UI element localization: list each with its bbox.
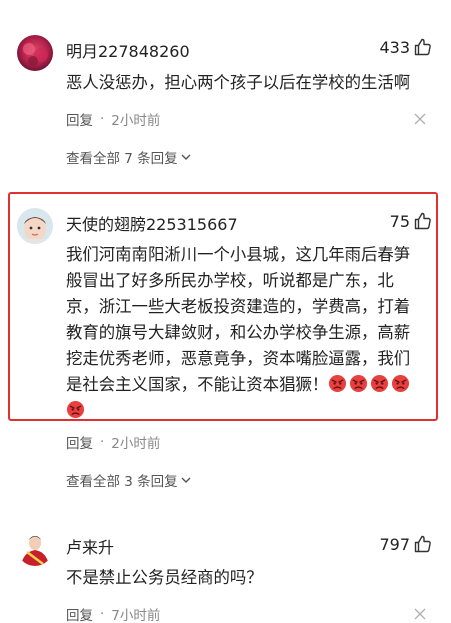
- close-icon[interactable]: [413, 607, 427, 621]
- timestamp: 7小时前: [111, 608, 161, 623]
- comment-meta: 回复 · 2小时前: [66, 109, 160, 129]
- angry-face-icon: [329, 374, 347, 393]
- comment-meta: 回复 · 2小时前: [66, 432, 160, 452]
- comment-text: 恶人没惩办，担心两个孩子以后在学校的生活啊: [66, 73, 411, 92]
- separator-dot: ·: [100, 111, 105, 127]
- username[interactable]: 卢来升: [66, 534, 114, 558]
- view-all-replies-label: 查看全部 7 条回复: [66, 151, 178, 167]
- like-count: 433: [379, 37, 410, 57]
- separator-dot: ·: [100, 434, 105, 450]
- thumbs-up-icon: [414, 38, 431, 56]
- username[interactable]: 明月227848260: [66, 38, 190, 62]
- comment-meta: 回复 · 7小时前: [66, 604, 160, 623]
- reply-button[interactable]: 回复: [66, 604, 93, 623]
- angry-face-icon: [66, 400, 85, 419]
- comment-text: 不是禁止公务员经商的吗？: [66, 568, 263, 587]
- avatar[interactable]: [17, 208, 53, 244]
- view-all-replies-button[interactable]: 查看全部 3 条回复: [66, 470, 192, 490]
- separator-dot: ·: [100, 606, 105, 622]
- thumbs-up-icon: [414, 535, 431, 553]
- angry-face-icon: [392, 374, 410, 393]
- reply-button[interactable]: 回复: [66, 109, 93, 129]
- angry-face-icon: [371, 374, 389, 393]
- like-button[interactable]: 75: [390, 211, 433, 231]
- like-button[interactable]: 433: [379, 37, 433, 57]
- close-icon[interactable]: [413, 112, 427, 126]
- chevron-down-icon: [181, 154, 191, 160]
- timestamp: 2小时前: [111, 113, 161, 129]
- reply-button[interactable]: 回复: [66, 432, 93, 452]
- comment-text: 我们河南南阳淅川一个小县城，这几年雨后春笋般冒出了好多所民办学校，听说都是广东，…: [66, 242, 425, 424]
- avatar[interactable]: [17, 35, 53, 71]
- angry-face-icon: [350, 374, 368, 393]
- like-count: 797: [379, 534, 410, 554]
- username[interactable]: 天使的翅膀225315667: [66, 211, 238, 235]
- chevron-down-icon: [181, 477, 191, 483]
- like-count: 75: [389, 211, 410, 231]
- comment-text-content: 我们河南南阳淅川一个小县城，这几年雨后春笋般冒出了好多所民办学校，听说都是广东，…: [66, 245, 411, 394]
- avatar[interactable]: [17, 530, 53, 566]
- view-all-replies-label: 查看全部 3 条回复: [66, 474, 178, 490]
- like-button[interactable]: 797: [379, 534, 433, 554]
- thumbs-up-icon: [414, 212, 431, 230]
- timestamp: 2小时前: [111, 436, 161, 452]
- view-all-replies-button[interactable]: 查看全部 7 条回复: [66, 147, 192, 167]
